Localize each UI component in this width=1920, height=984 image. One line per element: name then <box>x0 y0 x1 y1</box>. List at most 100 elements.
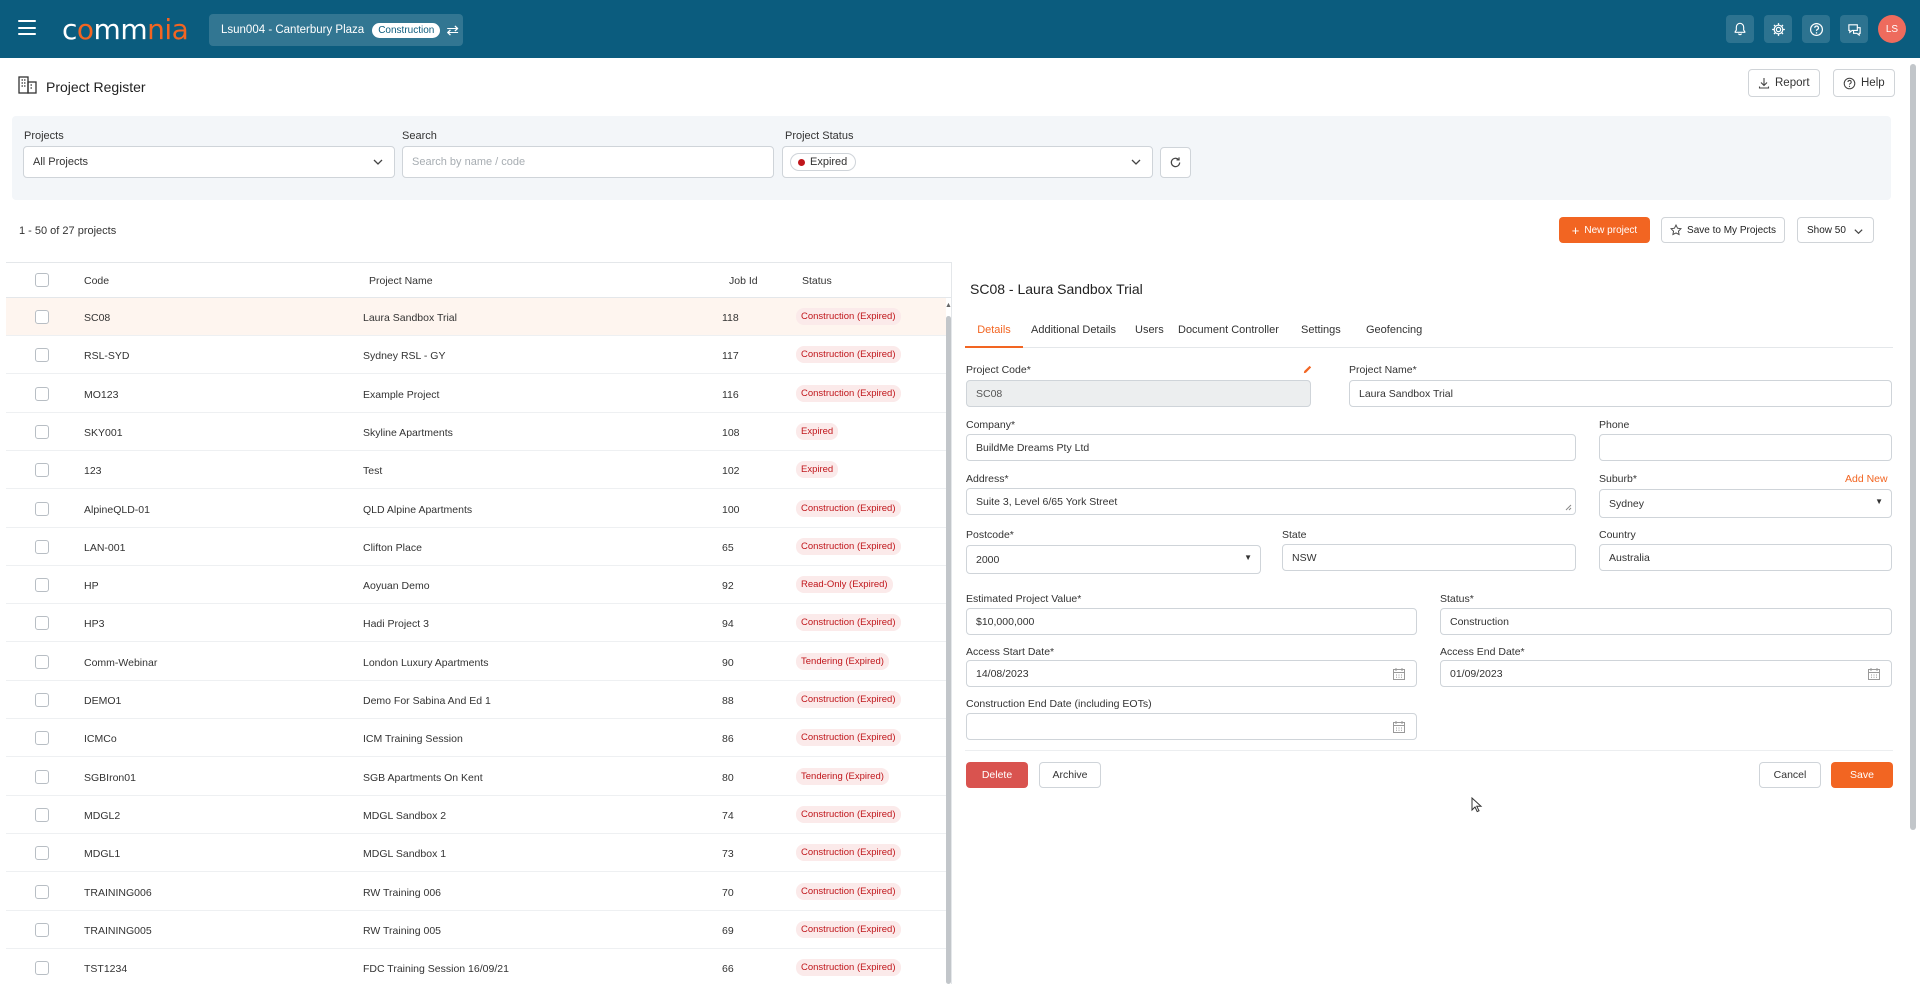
table-row[interactable]: MDGL1 MDGL Sandbox 1 73 Construction (Expir… <box>6 834 946 873</box>
row-checkbox[interactable] <box>35 884 49 899</box>
gear-icon[interactable] <box>1764 15 1792 43</box>
tab-settings[interactable]: Settings <box>1301 324 1341 348</box>
table-row[interactable]: LAN-001 Clifton Place 65 Construction (Expi… <box>6 528 946 566</box>
column-header-code[interactable]: Code <box>84 275 109 287</box>
user-avatar[interactable]: LS <box>1878 15 1906 43</box>
search-input[interactable]: Search by name / code <box>402 146 774 178</box>
commnia-logo[interactable]: c o mm nia <box>62 13 189 46</box>
construction-end-field[interactable] <box>966 713 1417 740</box>
table-row[interactable]: MO123 Example Project 116 Construction (Exp… <box>6 375 946 413</box>
table-row[interactable]: AlpineQLD-01 QLD Alpine Apartments 100 Cons… <box>6 490 946 528</box>
tab-document-controller[interactable]: Document Controller <box>1178 324 1279 348</box>
project-table: Code Project Name Job Id Status SC08 Laur… <box>6 262 952 984</box>
tab-additional-details[interactable]: Additional Details <box>1031 324 1116 348</box>
row-checkbox[interactable] <box>35 501 49 516</box>
tab-geofencing[interactable]: Geofencing <box>1366 324 1422 348</box>
calendar-icon[interactable] <box>1867 667 1881 681</box>
address-field[interactable]: Suite 3, Level 6/65 York Street <box>966 488 1576 515</box>
table-row[interactable]: HP3 Hadi Project 3 94 Construction (Expired… <box>6 604 946 643</box>
phone-field[interactable] <box>1599 434 1892 461</box>
project-status-label: Project Status <box>785 130 854 142</box>
status-field[interactable]: Construction <box>1440 608 1892 635</box>
report-button[interactable]: Report <box>1748 69 1820 97</box>
table-row[interactable]: RSL-SYD Sydney RSL - GY 117 Construction (E… <box>6 336 946 375</box>
help-circle-icon[interactable] <box>1802 15 1830 43</box>
new-project-button[interactable]: + New project <box>1559 217 1650 243</box>
row-checkbox[interactable] <box>35 578 49 593</box>
row-checkbox[interactable] <box>35 654 49 669</box>
row-checkbox[interactable] <box>35 731 49 746</box>
select-all-checkbox[interactable] <box>35 273 49 287</box>
table-row[interactable]: TRAINING006 RW Training 006 70 Construction… <box>6 873 946 911</box>
bell-icon[interactable] <box>1726 15 1754 43</box>
tab-users[interactable]: Users <box>1135 324 1164 348</box>
state-field[interactable]: NSW <box>1282 544 1576 571</box>
table-row[interactable]: ICMCo ICM Training Session 86 Construction … <box>6 719 946 758</box>
calendar-icon[interactable] <box>1392 720 1406 734</box>
row-status-badge: Construction (Expired) <box>796 346 901 364</box>
projects-select[interactable]: All Projects <box>23 146 395 178</box>
projects-select-value: All Projects <box>33 156 89 168</box>
row-checkbox[interactable] <box>35 693 49 707</box>
caret-down-icon: ▼ <box>1875 497 1883 506</box>
row-checkbox[interactable] <box>35 463 49 478</box>
project-status-select[interactable]: Expired <box>782 146 1153 178</box>
row-checkbox[interactable] <box>35 846 49 861</box>
row-job-id: 73 <box>722 848 734 861</box>
calendar-icon[interactable] <box>1392 667 1406 681</box>
country-field[interactable]: Australia <box>1599 544 1892 571</box>
table-row[interactable]: MDGL2 MDGL Sandbox 2 74 Construction (Expir… <box>6 796 946 834</box>
access-end-field[interactable]: 01/09/2023 <box>1440 660 1892 687</box>
company-field[interactable]: BuildMe Dreams Pty Ltd <box>966 434 1576 461</box>
chat-icon[interactable] <box>1840 15 1868 43</box>
row-checkbox[interactable] <box>35 769 49 784</box>
table-row[interactable]: SKY001 Skyline Apartments 108 Expired <box>6 413 946 451</box>
row-checkbox[interactable] <box>35 424 49 439</box>
page-size-select[interactable]: Show 50 <box>1797 217 1874 243</box>
save-button[interactable]: Save <box>1831 762 1893 788</box>
row-checkbox[interactable] <box>35 961 49 976</box>
row-checkbox[interactable] <box>35 310 49 324</box>
row-checkbox[interactable] <box>35 807 49 822</box>
table-scrollbar[interactable]: ▲ <box>945 302 952 984</box>
column-header-project-name[interactable]: Project Name <box>369 275 433 287</box>
table-row[interactable]: TRAINING005 RW Training 005 69 Construction… <box>6 911 946 949</box>
archive-button[interactable]: Archive <box>1039 762 1101 788</box>
refresh-button[interactable] <box>1160 147 1191 178</box>
resize-handle-icon[interactable] <box>1565 504 1572 511</box>
column-header-status[interactable]: Status <box>802 275 832 287</box>
estimated-value-field[interactable]: $10,000,000 <box>966 608 1417 635</box>
tab-details[interactable]: Details <box>965 324 1023 348</box>
menu-icon[interactable] <box>18 20 36 35</box>
page-scrollbar[interactable] <box>1910 64 1916 830</box>
row-checkbox[interactable] <box>35 922 49 937</box>
row-checkbox[interactable] <box>35 386 49 401</box>
cancel-button[interactable]: Cancel <box>1759 762 1821 788</box>
access-start-field[interactable]: 14/08/2023 <box>966 660 1417 687</box>
table-row[interactable]: 123 Test 102 Expired <box>6 451 946 490</box>
row-job-id: 118 <box>722 312 739 324</box>
table-row[interactable]: HP Aoyuan Demo 92 Read-Only (Expired) <box>6 566 946 605</box>
suburb-select[interactable]: Sydney ▼ <box>1599 489 1892 518</box>
table-row[interactable]: DEMO1 Demo For Sabina And Ed 1 88 Construct… <box>6 681 946 719</box>
table-row[interactable]: Comm-Webinar London Luxury Apartments 90 Te… <box>6 643 946 681</box>
table-row[interactable]: TST1234 FDC Training Session 16/09/21 66 Co… <box>6 949 946 984</box>
column-header-job-id[interactable]: Job Id <box>729 275 758 287</box>
row-code: MDGL2 <box>84 809 121 822</box>
table-row[interactable]: SGBIron01 SGB Apartments On Kent 80 Tenderi… <box>6 758 946 796</box>
expired-status-chip[interactable]: Expired <box>790 153 857 171</box>
delete-button[interactable]: Delete <box>966 762 1028 788</box>
row-checkbox[interactable] <box>35 348 49 363</box>
help-button[interactable]: Help <box>1833 69 1895 97</box>
add-new-suburb-link[interactable]: Add New <box>1845 473 1888 485</box>
row-checkbox[interactable] <box>35 616 49 631</box>
project-switcher[interactable]: Lsun004 - Canterbury Plaza Construction … <box>209 14 463 46</box>
scroll-up-arrow-icon[interactable]: ▲ <box>945 302 952 309</box>
save-to-my-projects-button[interactable]: Save to My Projects <box>1661 217 1785 243</box>
row-checkbox[interactable] <box>35 539 49 554</box>
project-name-field[interactable]: Laura Sandbox Trial <box>1349 380 1892 407</box>
pencil-icon[interactable] <box>1302 364 1313 375</box>
table-row[interactable]: SC08 Laura Sandbox Trial 118 Construction (… <box>6 298 946 336</box>
postcode-select[interactable]: 2000 ▼ <box>966 545 1261 574</box>
table-scrollbar-thumb[interactable] <box>946 316 951 984</box>
